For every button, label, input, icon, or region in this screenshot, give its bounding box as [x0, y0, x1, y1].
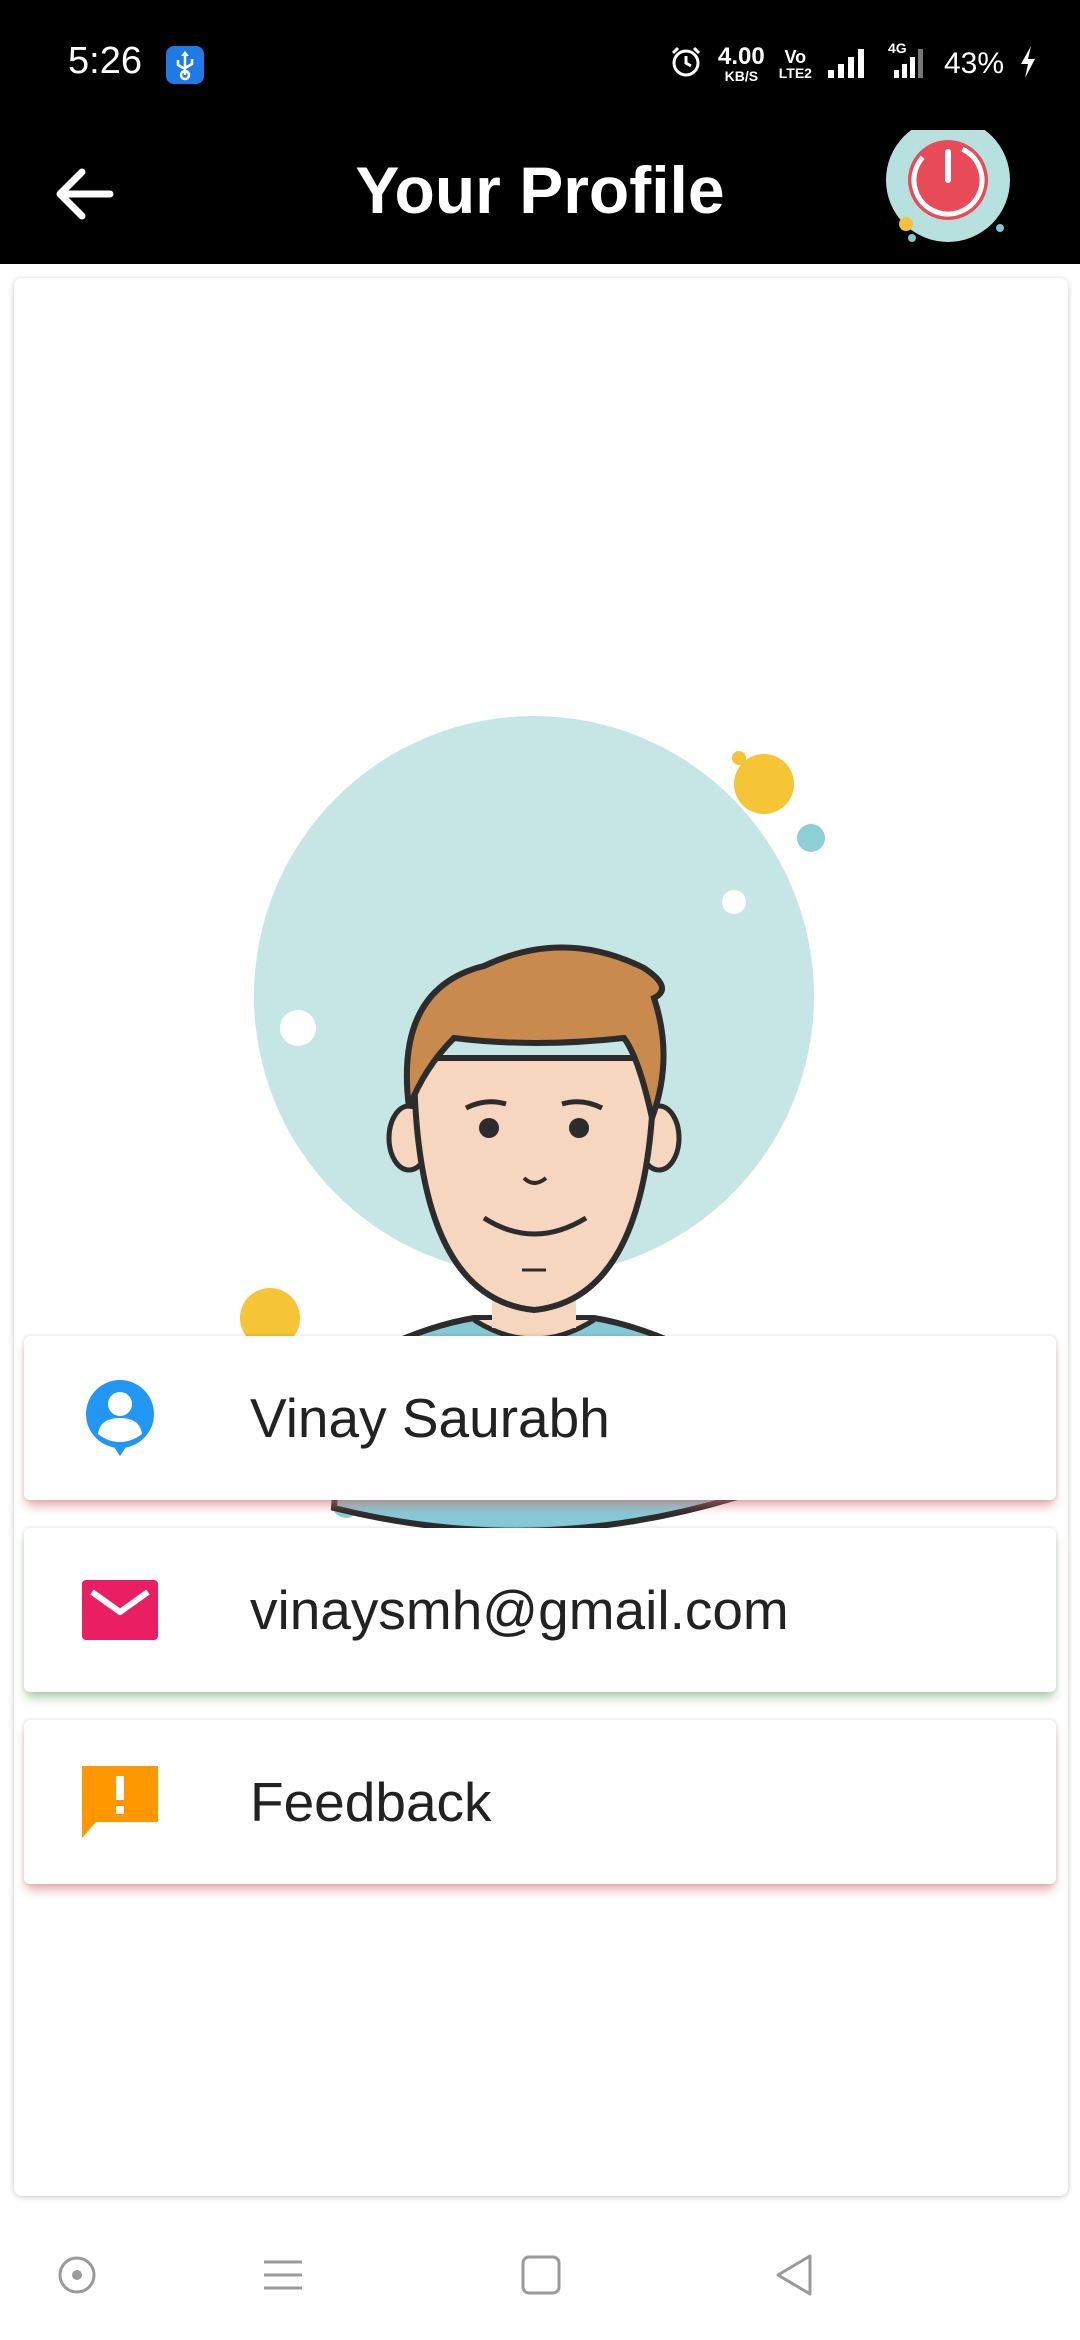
- back-nav-button[interactable]: [770, 2250, 820, 2300]
- network-speed: 4.00 KB/S: [718, 43, 765, 84]
- menu-nav-button[interactable]: [258, 2250, 308, 2300]
- profile-email-item[interactable]: vinaysmh@gmail.com: [24, 1528, 1056, 1692]
- signal-icon: [826, 44, 868, 85]
- menu-icon: [264, 2260, 302, 2290]
- profile-name: Vinay Saurabh: [250, 1387, 610, 1449]
- system-nav-bar: [0, 2210, 1080, 2340]
- profile-card: Vinay Saurabh vinaysmh@gmail.com Feedbac…: [14, 278, 1068, 2196]
- circle-dot-icon: [58, 2256, 96, 2294]
- power-icon: [886, 113, 1013, 242]
- feedback-icon: [82, 1766, 158, 1838]
- battery-level: 43%: [943, 47, 1004, 80]
- profile-email: vinaysmh@gmail.com: [250, 1579, 789, 1641]
- profile-name-item[interactable]: Vinay Saurabh: [24, 1336, 1056, 1500]
- charging-icon: [1018, 44, 1038, 85]
- home-nav-button[interactable]: [516, 2250, 566, 2300]
- volte-indicator: Vo LTE2: [779, 48, 812, 80]
- volte-bottom: LTE2: [778, 65, 812, 81]
- triangle-back-icon: [776, 2254, 812, 2296]
- status-indicators: 4.00 KB/S Vo LTE2 4G 43%: [668, 38, 1038, 90]
- network-type: 4G: [887, 39, 907, 56]
- assistant-nav-button[interactable]: [52, 2250, 102, 2300]
- user-icon: [86, 1380, 154, 1456]
- network-speed-unit: KB/S: [724, 68, 759, 84]
- status-time: 5:26: [68, 40, 142, 82]
- square-icon: [521, 2255, 561, 2295]
- mail-icon: [82, 1580, 158, 1640]
- feedback-item[interactable]: Feedback: [24, 1720, 1056, 1884]
- status-bar: 5:26 4.00 KB/S Vo LTE2 4G 43%: [0, 0, 1080, 130]
- usb-icon: [166, 46, 204, 84]
- app-bar: Your Profile: [0, 113, 1080, 264]
- volte-top: Vo: [784, 47, 807, 67]
- network-speed-value: 4.00: [718, 43, 765, 70]
- feedback-label: Feedback: [250, 1771, 492, 1833]
- signal-4g-icon: 4G: [882, 40, 930, 85]
- alarm-icon: [668, 44, 704, 85]
- logout-power-button[interactable]: [882, 113, 1032, 260]
